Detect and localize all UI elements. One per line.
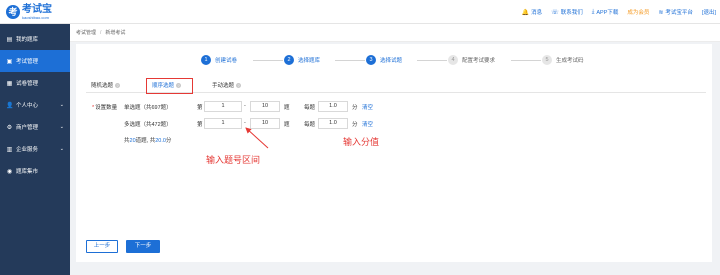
sidebar: ▤ 我的题库 ▣ 考试管理 ▦ 试卷管理 👤 个人中心 ⌄ ⚙ 商户管理 ⌄ ▥ 企业服务 ⌄ ◉… xyxy=(0,24,70,275)
annotation-arrows xyxy=(245,127,269,149)
nav-app-download[interactable]: ⤓ APP下载 xyxy=(591,8,619,17)
breadcrumb-parent[interactable]: 考试管理 xyxy=(76,29,96,36)
breadcrumb: 考试管理 / 新增考试 xyxy=(70,24,720,42)
nav-messages[interactable]: 🔔 消息 xyxy=(521,8,543,17)
brand-logo[interactable]: 考 考试宝 kaoshibao.com xyxy=(6,3,52,21)
sidebar-item-market[interactable]: ◉ 题库集市 xyxy=(0,160,70,182)
top-nav: 🔔 消息 ☏ 联系我们 ⤓ APP下载 成为会员 ≋ 考试宝平台 [退出] xyxy=(513,0,716,24)
nav-become-member[interactable]: 成为会员 xyxy=(627,8,649,16)
next-step-button[interactable]: 下一步 xyxy=(126,240,160,253)
exam-icon: ▣ xyxy=(6,58,13,65)
main-panel: 1 创建试卷 2 选择题库 3 选择试题 4 配置考试要求 5 生成考试码 随机选题? 顺… xyxy=(76,44,712,262)
paper-icon: ▦ xyxy=(6,80,13,87)
brand-name: 考试宝 xyxy=(22,4,52,15)
wifi-icon: ≋ xyxy=(658,9,664,16)
sidebar-item-library[interactable]: ▤ 我的题库 xyxy=(0,28,70,50)
merchant-icon: ⚙ xyxy=(6,124,13,131)
sidebar-item-enterprise[interactable]: ▥ 企业服务 ⌄ xyxy=(0,138,70,160)
bell-icon: 🔔 xyxy=(521,9,530,16)
sidebar-item-paper-management[interactable]: ▦ 试卷管理 xyxy=(0,72,70,94)
sidebar-item-personal-center[interactable]: 👤 个人中心 ⌄ xyxy=(0,94,70,116)
download-icon: ⤓ xyxy=(591,8,595,15)
breadcrumb-separator: / xyxy=(100,29,102,36)
chevron-down-icon: ⌄ xyxy=(59,124,64,130)
brand-domain: kaoshibao.com xyxy=(22,15,49,20)
logo-mark-icon: 考 xyxy=(6,5,20,19)
breadcrumb-current: 新增考试 xyxy=(105,30,126,36)
chevron-down-icon: ⌄ xyxy=(59,102,64,108)
user-icon: 👤 xyxy=(6,102,14,109)
nav-contact[interactable]: ☏ 联系我们 xyxy=(551,8,583,17)
nav-logout[interactable]: [退出] xyxy=(702,8,716,16)
range-annotation: 输入题号区间 xyxy=(206,155,261,165)
headset-icon: ☏ xyxy=(551,9,559,16)
market-icon: ◉ xyxy=(6,168,13,175)
sidebar-item-merchant[interactable]: ⚙ 商户管理 ⌄ xyxy=(0,116,70,138)
prev-step-button[interactable]: 上一步 xyxy=(86,240,118,253)
library-icon: ▤ xyxy=(6,36,13,43)
nav-platform[interactable]: ≋ 考试宝平台 xyxy=(658,8,693,17)
enterprise-icon: ▥ xyxy=(6,146,13,153)
top-bar: 考 考试宝 kaoshibao.com 🔔 消息 ☏ 联系我们 ⤓ APP下载 成为会… xyxy=(0,0,720,24)
chevron-down-icon: ⌄ xyxy=(59,146,64,152)
range-arrow xyxy=(245,127,269,149)
score-annotation: 输入分值 xyxy=(343,137,380,147)
sidebar-item-exam-management[interactable]: ▣ 考试管理 xyxy=(0,50,70,72)
